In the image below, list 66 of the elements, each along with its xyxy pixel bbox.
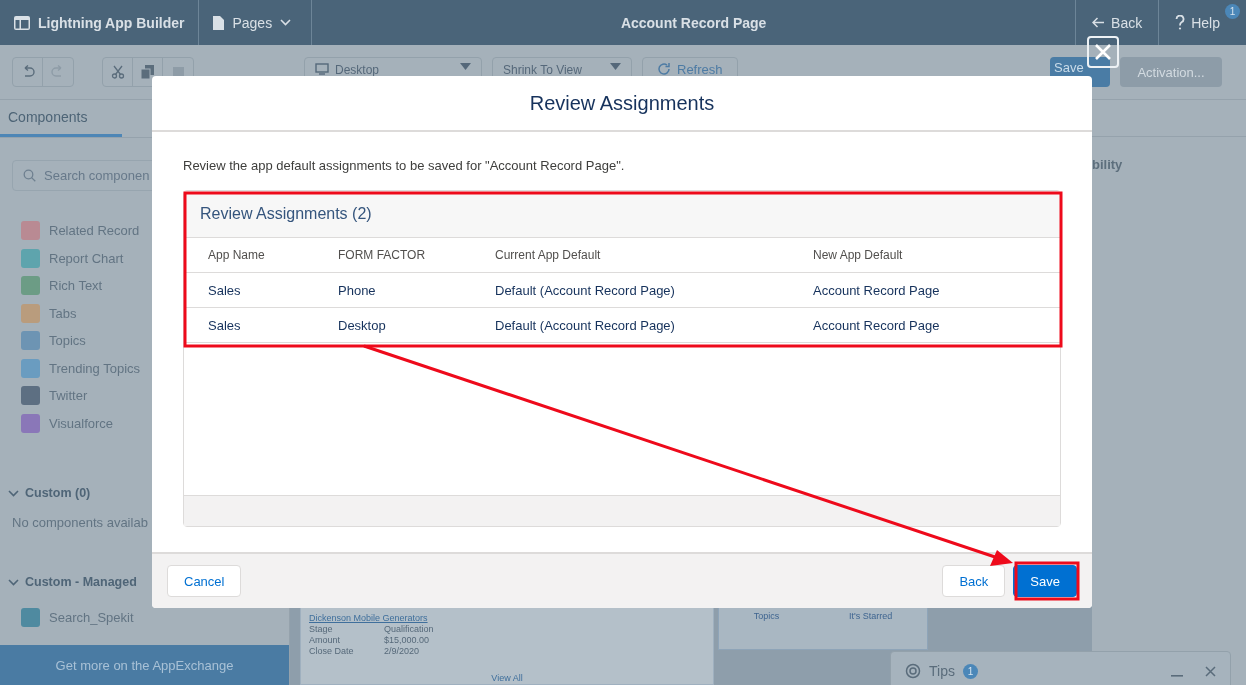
table-cell-text: Default (Account Record Page) [495, 282, 676, 298]
close-icon[interactable] [1205, 665, 1216, 677]
cancel-button[interactable]: Cancel [167, 565, 242, 597]
custom-section-header[interactable]: Custom (0) [8, 481, 277, 505]
field-label: Amount [309, 635, 342, 646]
app-builder-icon [14, 15, 30, 30]
monitor-icon [315, 63, 329, 75]
dropdown-triangle-icon [460, 63, 471, 70]
dropdown-triangle-icon [610, 63, 621, 70]
save-button[interactable]: Save [1013, 565, 1077, 597]
component-item[interactable]: Search_Spekit [12, 604, 277, 632]
chevron-down-icon [8, 578, 19, 586]
page-icon [213, 15, 225, 30]
tips-panel[interactable]: Tips 1 [890, 651, 1231, 685]
components-tab[interactable]: Components [0, 100, 122, 137]
field-value: $15,000.00 [384, 635, 430, 646]
chevron-down-icon [8, 489, 19, 497]
arrow-left-icon [1092, 17, 1106, 28]
record-title[interactable]: Dickenson Mobile Generators [309, 613, 705, 623]
component-item[interactable]: Visualforce [12, 409, 277, 437]
column-header: Current App Default [495, 248, 602, 262]
table-cell-text: Sales [208, 282, 242, 298]
empty-message: No components availab [12, 515, 149, 530]
table-cell-text: Sales [208, 317, 242, 333]
appexchange-link[interactable]: Get more on the AppExchange [0, 645, 289, 685]
copy-icon [141, 65, 154, 79]
dialog-title: Review Assignments [152, 76, 1092, 132]
card-tab[interactable]: Topics [753, 611, 780, 621]
component-item[interactable]: Twitter [12, 382, 277, 410]
close-icon [1094, 43, 1112, 61]
tips-badge: 1 [962, 663, 978, 679]
back-button[interactable]: Back [942, 565, 1006, 597]
card-title: Review Assignments (2) [184, 191, 1060, 238]
question-mark-icon [1175, 15, 1186, 30]
field-label: Stage [309, 624, 334, 635]
panel-heading: bility [1092, 156, 1124, 172]
pages-menu[interactable]: Pages [199, 0, 313, 45]
field-label: Close Date [309, 646, 355, 657]
column-header: App Name [208, 248, 266, 262]
search-placeholder: Search componen [44, 168, 150, 183]
lifebuoy-icon [905, 663, 921, 679]
minimize-icon[interactable] [1171, 675, 1183, 677]
column-header: New App Default [813, 248, 904, 262]
page-title: Account Record Page [620, 14, 767, 31]
back-link[interactable]: Back [1075, 0, 1159, 45]
table-cell-text: Default (Account Record Page) [495, 317, 676, 333]
view-all-link[interactable]: View All [491, 673, 523, 683]
field-value: Qualification [384, 624, 434, 635]
chevron-down-icon [280, 19, 292, 26]
component-item[interactable]: Trending Topics [12, 354, 277, 382]
tips-label: Tips [929, 663, 955, 679]
close-button[interactable] [1087, 36, 1119, 68]
help-link[interactable]: Help 1 [1158, 0, 1246, 45]
table-cell-text: Account Record Page [813, 317, 941, 333]
table-cell-text: Desktop [338, 317, 387, 333]
table-cell-text: Account Record Page [813, 282, 941, 298]
table-cell-text: Phone [338, 282, 377, 298]
app-title: Lightning App Builder [38, 14, 185, 31]
scissors-icon [110, 65, 125, 79]
highlight-frame [1014, 561, 1080, 601]
card-tab[interactable]: It's Starred [848, 611, 893, 621]
column-header: FORM FACTOR [338, 248, 427, 262]
field-value: 2/9/2020 [384, 646, 420, 657]
refresh-icon [657, 62, 671, 76]
search-icon [23, 169, 36, 182]
notification-badge: 1 [1225, 4, 1240, 19]
